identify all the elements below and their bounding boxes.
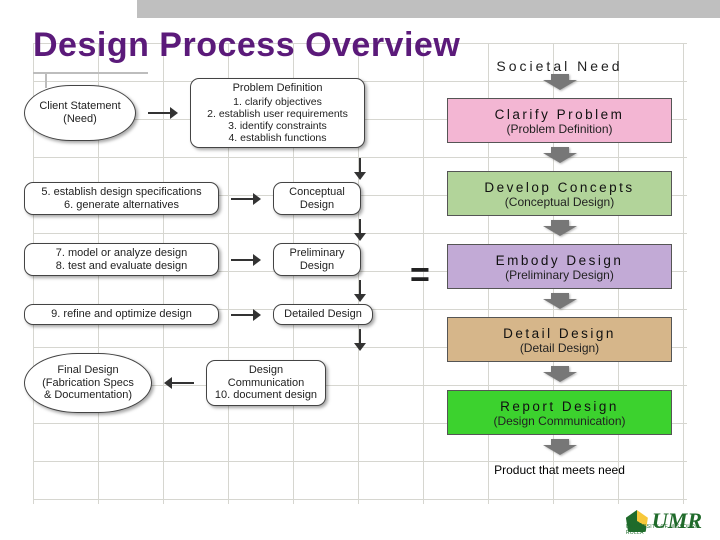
detailed-design-text: Detailed Design [284, 308, 362, 321]
probdef-item: 3. identify constraints [228, 120, 327, 132]
stage-box: Develop Concepts(Conceptual Design) [447, 171, 672, 216]
stage-box: Report Design(Design Communication) [447, 390, 672, 435]
stage-box: Detail Design(Detail Design) [447, 317, 672, 362]
stage-box: Clarify Problem(Problem Definition) [447, 98, 672, 143]
stage-title: Embody Design [452, 253, 667, 268]
client-statement-text: Client Statement (Need) [39, 100, 120, 125]
stage-subtitle: (Conceptual Design) [452, 195, 667, 209]
specs-alternatives-box: 5. establish design specifications 6. ge… [24, 182, 219, 215]
stage-subtitle: (Preliminary Design) [452, 268, 667, 282]
final-design-text: Final Design (Fabrication Specs & Docume… [42, 364, 134, 402]
stage-title: Clarify Problem [452, 107, 667, 122]
stage-subtitle: (Design Communication) [452, 414, 667, 428]
product-label: Product that meets need [447, 463, 672, 477]
equals-sign: = [410, 256, 430, 295]
arrow-icon [231, 254, 261, 266]
model-evaluate-box: 7. model or analyze design 8. test and e… [24, 243, 219, 276]
arrow-down-icon [354, 219, 366, 241]
probdef-item: 2. establish user requirements [207, 108, 348, 120]
design-communication-text: Design Communication 10. document design [215, 364, 317, 402]
probdef-header: Problem Definition [233, 82, 323, 95]
conceptual-design-text: Conceptual Design [289, 186, 345, 211]
arrow-down-icon [354, 280, 366, 302]
stage-title: Report Design [452, 399, 667, 414]
stage-title: Develop Concepts [452, 180, 667, 195]
client-statement-oval: Client Statement (Need) [24, 85, 136, 141]
societal-need-label: Societal Need [447, 58, 672, 74]
stage-title: Detail Design [452, 326, 667, 341]
arrow-down-icon [354, 158, 366, 180]
problem-definition-box: Problem Definition 1. clarify objectives… [190, 78, 365, 148]
stage-subtitle: (Detail Design) [452, 341, 667, 355]
arrow-icon [231, 193, 261, 205]
design-communication-box: Design Communication 10. document design [206, 360, 326, 406]
flowchart-left: Client Statement (Need) Problem Definiti… [24, 78, 407, 425]
big-arrow-down-icon [543, 147, 577, 163]
big-arrow-down-icon [543, 439, 577, 455]
arrow-icon [231, 309, 261, 321]
stage-stack-right: Societal Need Clarify Problem(Problem De… [447, 58, 672, 477]
big-arrow-down-icon [543, 220, 577, 236]
big-arrow-down-icon [543, 74, 577, 90]
final-design-oval: Final Design (Fabrication Specs & Docume… [24, 353, 152, 413]
conceptual-design-box: Conceptual Design [273, 182, 361, 215]
header-bar [137, 0, 720, 18]
arrow-left-icon [164, 377, 194, 389]
refine-optimize-text: 9. refine and optimize design [51, 308, 192, 321]
arrow-icon [148, 107, 178, 119]
umr-logo: UMR UNIVERSITY OF MISSOURI-ROLLA [626, 508, 702, 534]
arrow-down-icon [354, 329, 366, 351]
probdef-item: 1. clarify objectives [233, 96, 322, 108]
big-arrow-down-icon [543, 293, 577, 309]
umr-logo-subtext: UNIVERSITY OF MISSOURI-ROLLA [626, 524, 700, 536]
specs-alternatives-text: 5. establish design specifications 6. ge… [41, 186, 201, 211]
refine-optimize-box: 9. refine and optimize design [24, 304, 219, 325]
preliminary-design-text: Preliminary Design [289, 247, 344, 272]
detailed-design-box: Detailed Design [273, 304, 373, 325]
stage-subtitle: (Problem Definition) [452, 122, 667, 136]
probdef-item: 4. establish functions [228, 132, 326, 144]
preliminary-design-box: Preliminary Design [273, 243, 361, 276]
page-title: Design Process Overview [33, 26, 460, 65]
big-arrow-down-icon [543, 366, 577, 382]
stage-box: Embody Design(Preliminary Design) [447, 244, 672, 289]
model-evaluate-text: 7. model or analyze design 8. test and e… [56, 247, 187, 272]
